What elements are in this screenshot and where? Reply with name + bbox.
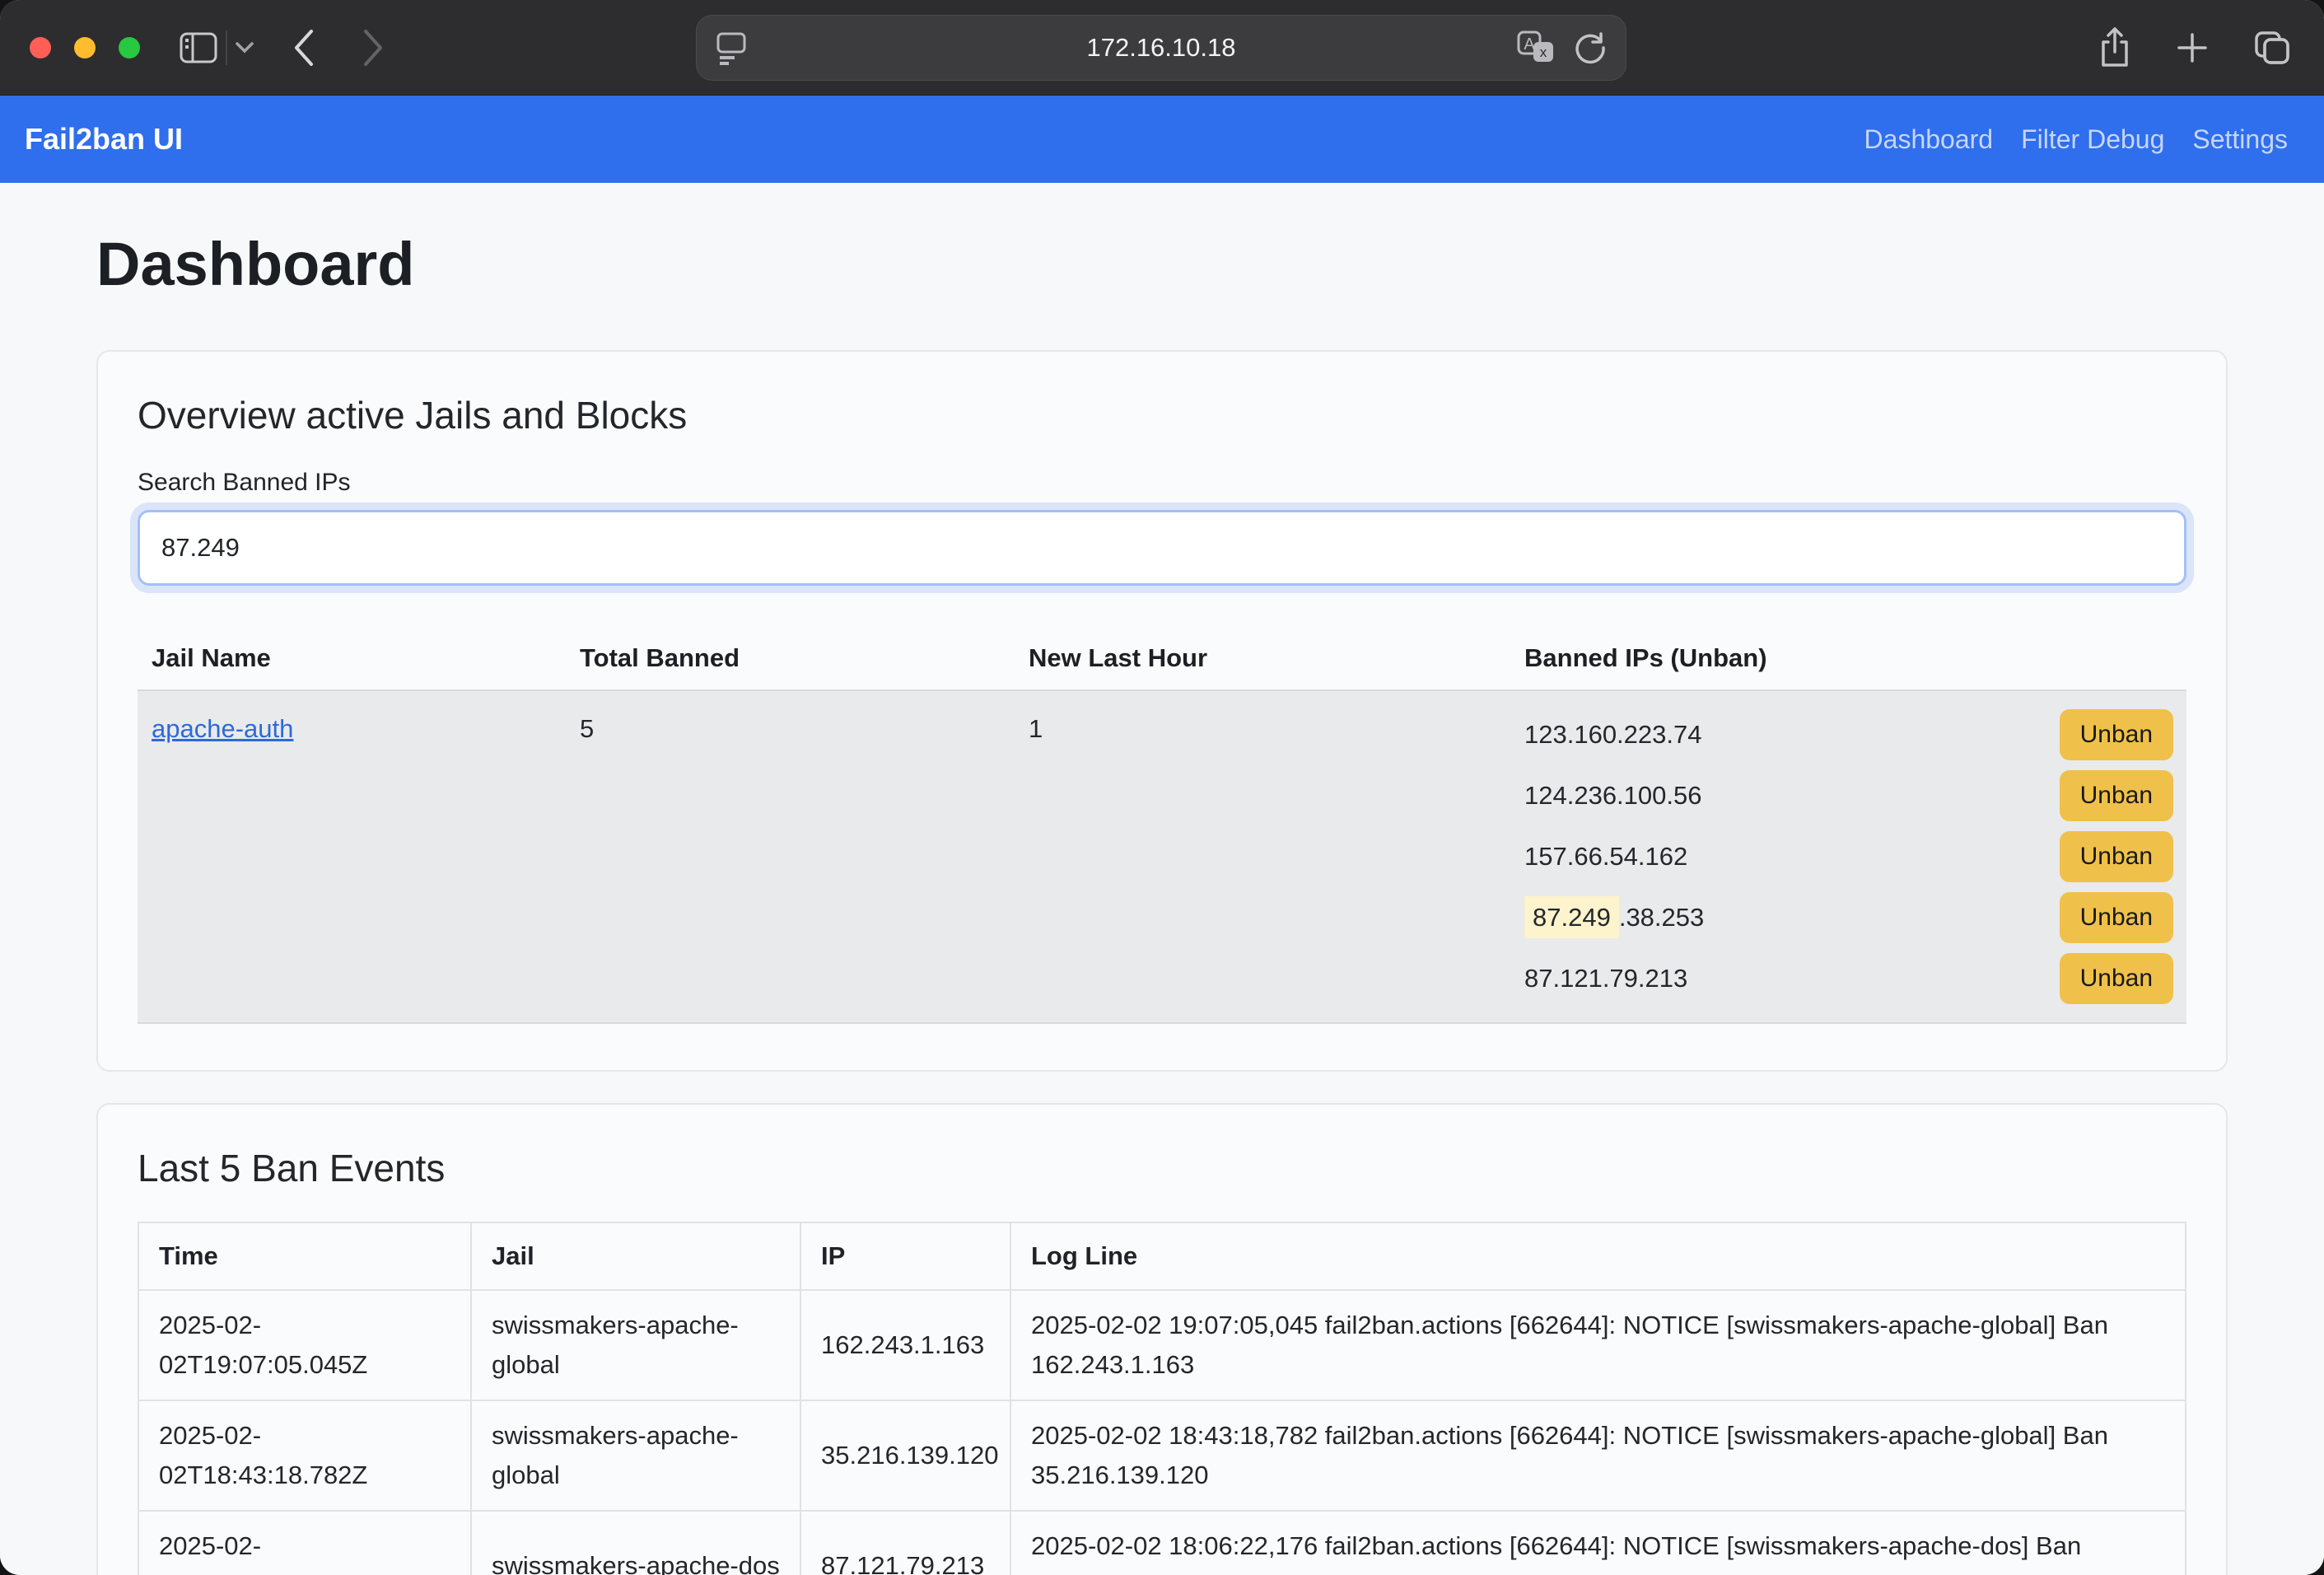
sidebar-menu-button[interactable] (236, 42, 254, 54)
banned-ip-row: 157.66.54.162 Unban (1524, 828, 2173, 886)
column-header-time: Time (138, 1222, 471, 1290)
banned-ip: 123.160.223.74 (1524, 720, 1702, 750)
table-row: 2025-02-02T18:06:22.176Z swissmakers-apa… (138, 1511, 2186, 1575)
forward-button[interactable] (362, 29, 384, 67)
browser-window: 172.16.10.18 A x (0, 0, 2324, 1575)
event-ip: 87.121.79.213 (800, 1511, 1010, 1575)
event-jail: swissmakers-apache-dos (471, 1511, 800, 1575)
nav-link-dashboard[interactable]: Dashboard (1864, 124, 1994, 155)
banned-ip: 157.66.54.162 (1524, 842, 1687, 872)
column-header-jail-name: Jail Name (138, 630, 566, 689)
banned-ip-row: 123.160.223.74 Unban (1524, 706, 2173, 764)
toolbar-divider (226, 30, 227, 65)
banned-ip: 124.236.100.56 (1524, 781, 1702, 811)
minimize-window-button[interactable] (74, 37, 96, 58)
new-tab-button[interactable] (2176, 31, 2209, 64)
search-banned-ips-input[interactable] (138, 510, 2186, 586)
reload-icon[interactable] (1573, 30, 1608, 65)
unban-button[interactable]: Unban (2060, 953, 2173, 1004)
banned-ip-text: 87.121.79.213 (1524, 964, 1687, 993)
ban-events-card-title: Last 5 Ban Events (138, 1146, 2186, 1190)
app-navbar: Fail2ban UI Dashboard Filter Debug Setti… (0, 96, 2324, 183)
jails-table: Jail Name Total Banned New Last Hour Ban… (138, 630, 2186, 1024)
table-row: 2025-02-02T19:07:05.045Z swissmakers-apa… (138, 1290, 2186, 1400)
search-match-highlight: 87.249 (1524, 896, 1619, 938)
event-log-line: 2025-02-02 19:07:05,045 fail2ban.actions… (1010, 1290, 2186, 1400)
forward-icon (362, 29, 384, 67)
svg-text:x: x (1540, 44, 1547, 60)
ban-events-header-row: Time Jail IP Log Line (138, 1222, 2186, 1290)
event-time: 2025-02-02T18:06:22.176Z (138, 1511, 471, 1575)
event-time: 2025-02-02T19:07:05.045Z (138, 1290, 471, 1400)
plus-icon (2176, 31, 2209, 64)
total-banned-value: 5 (566, 691, 1015, 1022)
page-settings-icon[interactable] (715, 30, 748, 65)
search-banned-ips-label: Search Banned IPs (138, 469, 2186, 497)
unban-button[interactable]: Unban (2060, 770, 2173, 821)
column-header-total-banned: Total Banned (566, 630, 1015, 689)
translate-icon[interactable]: A x (1517, 30, 1556, 65)
browser-toolbar: 172.16.10.18 A x (0, 0, 2324, 96)
back-icon (293, 29, 315, 67)
nav-link-settings[interactable]: Settings (2192, 124, 2288, 155)
close-window-button[interactable] (30, 37, 51, 58)
ban-events-card: Last 5 Ban Events Time Jail IP Log Line … (96, 1103, 2228, 1575)
column-header-jail: Jail (471, 1222, 800, 1290)
unban-button[interactable]: Unban (2060, 709, 2173, 760)
column-header-banned-ips: Banned IPs (Unban) (1510, 630, 2186, 689)
banned-ip: 87.249.38.253 (1524, 903, 1704, 932)
overview-card-title: Overview active Jails and Blocks (138, 393, 2186, 437)
event-log-line: 2025-02-02 18:06:22,176 fail2ban.actions… (1010, 1511, 2186, 1575)
banned-ip: 87.121.79.213 (1524, 964, 1687, 993)
nav-link-filter-debug[interactable]: Filter Debug (2021, 124, 2164, 155)
banned-ip-list: 123.160.223.74 Unban 124.236.100.56 Unba… (1510, 691, 2186, 1022)
jail-name-link[interactable]: apache-auth (152, 714, 293, 743)
page-content: Dashboard Overview active Jails and Bloc… (0, 183, 2324, 1575)
banned-ip-row: 87.249.38.253 Unban (1524, 889, 2173, 946)
banned-ip-text: 157.66.54.162 (1524, 842, 1687, 871)
banned-ip-row: 87.121.79.213 Unban (1524, 950, 2173, 1007)
chevron-down-icon (236, 42, 254, 54)
address-bar[interactable]: 172.16.10.18 A x (696, 15, 1626, 81)
ban-events-table: Time Jail IP Log Line 2025-02-02T19:07:0… (138, 1222, 2186, 1575)
banned-ip-row: 124.236.100.56 Unban (1524, 767, 2173, 825)
unban-button[interactable]: Unban (2060, 831, 2173, 882)
sidebar-toggle-button[interactable] (180, 32, 217, 63)
page-title: Dashboard (96, 229, 2228, 299)
event-log-line: 2025-02-02 18:43:18,782 fail2ban.actions… (1010, 1400, 2186, 1511)
share-icon (2098, 27, 2131, 68)
event-jail: swissmakers-apache-global (471, 1400, 800, 1511)
event-jail: swissmakers-apache-global (471, 1290, 800, 1400)
new-last-hour-value: 1 (1015, 691, 1510, 1022)
banned-ip-text: 124.236.100.56 (1524, 781, 1702, 810)
fullscreen-window-button[interactable] (119, 37, 140, 58)
tabs-icon (2253, 30, 2291, 66)
window-controls (30, 37, 140, 58)
table-row: apache-auth 5 1 123.160.223.74 Unban 124… (138, 691, 2186, 1024)
tab-overview-button[interactable] (2253, 30, 2291, 66)
url-text: 172.16.10.18 (697, 16, 1626, 80)
brand-link[interactable]: Fail2ban UI (25, 122, 183, 157)
back-button[interactable] (293, 29, 315, 67)
table-row: 2025-02-02T18:43:18.782Z swissmakers-apa… (138, 1400, 2186, 1511)
sidebar-icon (180, 32, 217, 63)
event-ip: 35.216.139.120 (800, 1400, 1010, 1511)
overview-card: Overview active Jails and Blocks Search … (96, 350, 2228, 1072)
jails-table-header: Jail Name Total Banned New Last Hour Ban… (138, 630, 2186, 691)
event-ip: 162.243.1.163 (800, 1290, 1010, 1400)
banned-ip-text: .38.253 (1619, 903, 1704, 932)
column-header-ip: IP (800, 1222, 1010, 1290)
banned-ip-text: 123.160.223.74 (1524, 720, 1702, 749)
share-button[interactable] (2098, 27, 2131, 68)
column-header-new-last-hour: New Last Hour (1015, 630, 1510, 689)
event-time: 2025-02-02T18:43:18.782Z (138, 1400, 471, 1511)
unban-button[interactable]: Unban (2060, 892, 2173, 943)
column-header-log-line: Log Line (1010, 1222, 2186, 1290)
